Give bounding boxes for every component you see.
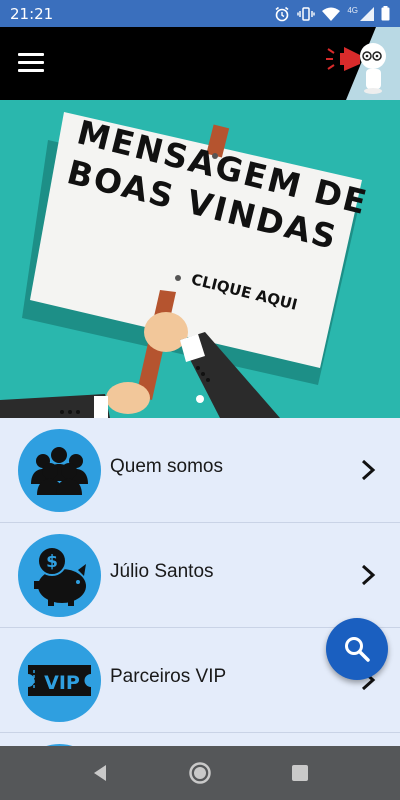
list-item-label: Parceiros VIP (110, 666, 227, 687)
wifi-icon (322, 7, 341, 21)
search-icon (345, 637, 370, 662)
svg-text:$: $ (46, 552, 58, 572)
megaphone-mascot-logo (326, 27, 400, 100)
recents-icon[interactable] (288, 761, 312, 785)
svg-text:VIP: VIP (44, 672, 80, 694)
network-type-label: 4G (347, 6, 358, 15)
signal-icon (360, 6, 374, 21)
system-nav-bar (0, 746, 400, 800)
list-item-label: Júlio Santos (110, 561, 214, 582)
back-icon[interactable] (88, 761, 112, 785)
battery-icon (381, 6, 390, 21)
piggy-bank-dollar-icon: $ (18, 534, 101, 617)
app-bar (0, 27, 400, 100)
search-fab-button[interactable] (326, 618, 388, 680)
alarm-icon (275, 6, 289, 21)
group-people-icon (18, 429, 101, 512)
home-icon[interactable] (188, 761, 212, 785)
welcome-banner[interactable]: MENSAGEM DE BOAS VINDAS CLIQUE AQUI (0, 100, 400, 418)
list-item-label: Quem somos (110, 456, 223, 477)
carousel-indicator-dot[interactable] (196, 395, 204, 403)
status-time: 21:21 (10, 4, 54, 23)
status-icons: 4G (274, 6, 390, 22)
chevron-right-icon[interactable] (360, 458, 376, 482)
chevron-right-icon[interactable] (360, 563, 376, 587)
list-item-julio-santos[interactable]: $ Júlio Santos (0, 523, 400, 628)
list-item-quem-somos[interactable]: Quem somos (0, 418, 400, 523)
vip-ticket-icon: VIP (18, 639, 101, 722)
vibrate-icon (297, 6, 316, 21)
hamburger-menu-icon[interactable] (18, 53, 44, 73)
status-bar: 21:21 4G (0, 0, 400, 27)
app-screen: 21:21 4G MENSAGEM DE BOAS VINDAS CLIQUE … (0, 0, 400, 800)
menu-list: Quem somos $ Júlio Santos VIP Parceiros … (0, 418, 400, 800)
